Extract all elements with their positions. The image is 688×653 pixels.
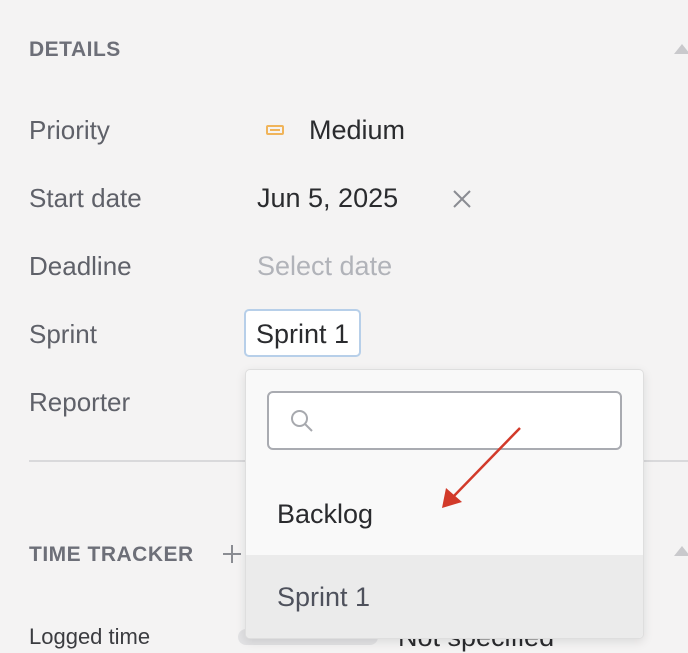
priority-medium-icon <box>266 125 284 135</box>
deadline-label: Deadline <box>29 251 132 281</box>
logged-time-label: Logged time <box>29 624 151 649</box>
clear-start-date-icon[interactable] <box>451 188 473 210</box>
annotation-arrow-icon <box>442 427 521 508</box>
sprint-select-button[interactable]: Sprint 1 <box>244 309 362 357</box>
add-time-icon[interactable] <box>222 544 242 564</box>
deadline-select-date[interactable]: Select date <box>257 251 392 282</box>
start-date-label: Start date <box>29 183 142 213</box>
option-sprint-1-label: Sprint 1 <box>277 582 371 612</box>
details-section-title: DETAILS <box>29 38 121 61</box>
time-tracker-title: TIME TRACKER <box>29 543 194 566</box>
sprint-label: Sprint <box>29 319 97 349</box>
collapse-time-tracker-icon[interactable] <box>674 546 688 556</box>
priority-label: Priority <box>29 115 110 145</box>
option-sprint-1[interactable]: Sprint 1 <box>246 555 643 638</box>
reporter-label: Reporter <box>29 387 131 417</box>
start-date-value[interactable]: Jun 5, 2025 <box>257 183 398 214</box>
option-backlog-label: Backlog <box>277 499 374 529</box>
collapse-details-icon[interactable] <box>674 44 688 54</box>
search-icon <box>289 408 315 434</box>
priority-value[interactable]: Medium <box>309 115 405 146</box>
